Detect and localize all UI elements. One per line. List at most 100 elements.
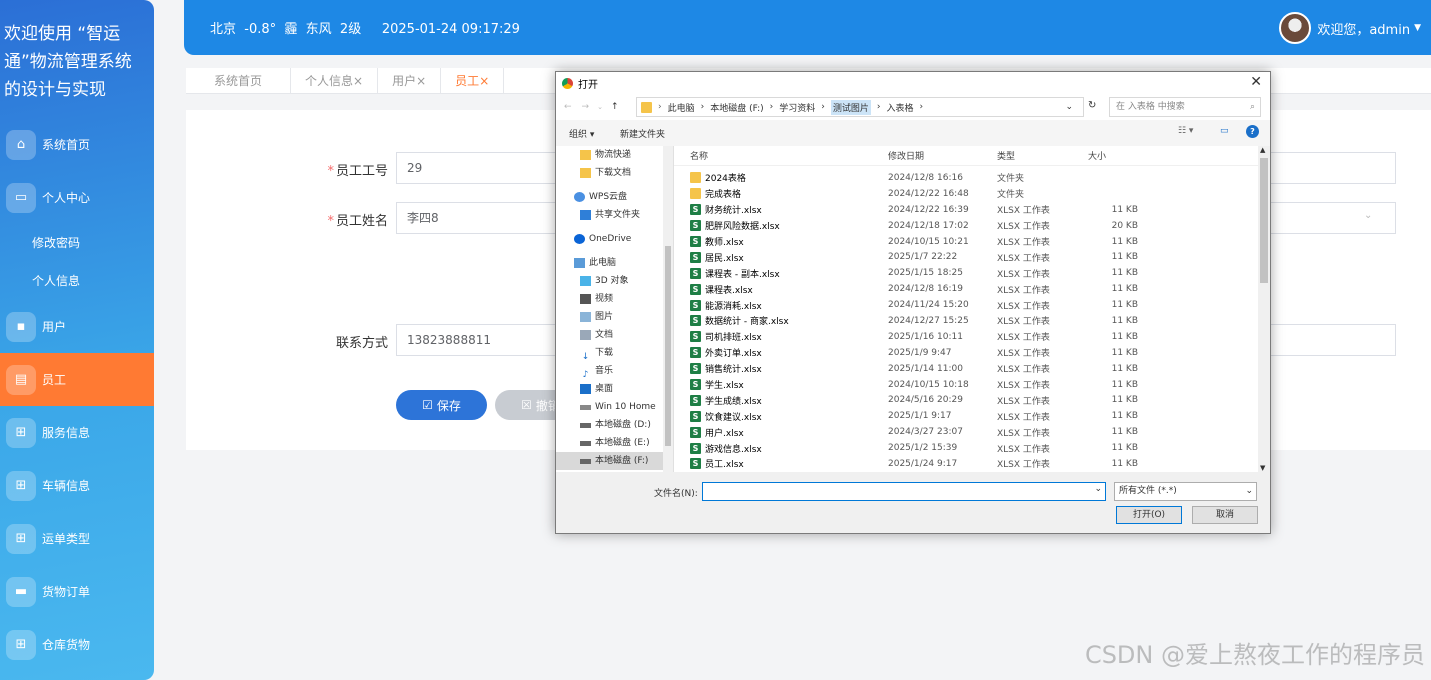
chevron-down-icon[interactable]: ⌄ xyxy=(1065,102,1073,112)
preview-pane-icon[interactable]: ▭ xyxy=(1220,126,1229,136)
file-row[interactable]: S 课程表.xlsx 2024/12/8 16:19 XLSX 工作表 11 KB xyxy=(674,281,1258,297)
column-size[interactable]: 大小 xyxy=(1088,149,1106,162)
xlsx-file-icon: S xyxy=(690,251,701,263)
scroll-down-icon[interactable]: ▼ xyxy=(1260,464,1265,472)
sidebar-item-vehicle-info[interactable]: ⊞ 车辆信息 xyxy=(0,459,154,512)
sidebar-item-waybill-type[interactable]: ⊞ 运单类型 xyxy=(0,512,154,565)
file-type-select[interactable]: 所有文件 (*.*) ⌄ xyxy=(1114,482,1257,501)
nav-item[interactable]: 共享文件夹 xyxy=(556,206,673,224)
nav-item[interactable]: 本地磁盘 (D:) xyxy=(556,416,673,434)
nav-item[interactable]: ↓ 下载 xyxy=(556,344,673,362)
file-list-scrollbar[interactable]: ▲ ▼ xyxy=(1258,146,1270,472)
user-menu[interactable]: 欢迎您，admin ▼ xyxy=(1279,12,1421,44)
file-row[interactable]: S 外卖订单.xlsx 2025/1/9 9:47 XLSX 工作表 11 KB xyxy=(674,345,1258,361)
tab-home[interactable]: 系统首页 xyxy=(186,68,292,94)
close-icon[interactable]: ✕ xyxy=(1250,74,1262,90)
nav-item[interactable]: OneDrive xyxy=(556,230,673,248)
nav-item[interactable]: 图片 xyxy=(556,308,673,326)
sidebar-item-change-password[interactable]: 修改密码 xyxy=(0,224,154,262)
file-row[interactable]: S 居民.xlsx 2025/1/7 22:22 XLSX 工作表 11 KB xyxy=(674,249,1258,265)
drive-icon xyxy=(580,404,591,410)
sidebar-item-warehouse-goods[interactable]: ⊞ 仓库货物 xyxy=(0,618,154,671)
file-row[interactable]: S 课程表 - 副本.xlsx 2025/1/15 18:25 XLSX 工作表 11 … xyxy=(674,265,1258,281)
file-row[interactable]: S 用户.xlsx 2024/3/27 23:07 XLSX 工作表 11 KB xyxy=(674,424,1258,440)
file-date: 2025/1/9 9:47 xyxy=(888,347,952,358)
sidebar-item-cargo-orders[interactable]: ▬ 货物订单 xyxy=(0,565,154,618)
sidebar-item-label: 系统首页 xyxy=(42,138,91,152)
nav-item[interactable]: 文档 xyxy=(556,326,673,344)
file-row[interactable]: S 销售统计.xlsx 2025/1/14 11:00 XLSX 工作表 11 KB xyxy=(674,361,1258,377)
new-folder-button[interactable]: 新建文件夹 xyxy=(620,127,665,140)
chevron-down-icon[interactable]: ⌄ xyxy=(1094,484,1102,494)
nav-item[interactable]: 视频 xyxy=(556,290,673,308)
separator: › xyxy=(769,102,774,112)
file-row[interactable]: S 学生.xlsx 2024/10/15 10:18 XLSX 工作表 11 KB xyxy=(674,377,1258,393)
nav-label: 3D 对象 xyxy=(595,276,629,286)
scrollbar-thumb[interactable] xyxy=(1260,158,1268,283)
breadcrumb-item[interactable]: 学习资料 xyxy=(779,101,815,114)
organize-button[interactable]: 组织 ▾ xyxy=(569,127,594,140)
address-bar[interactable]: › 此电脑 › 本地磁盘 (F:) › 学习资料 › 测试图片 › 入表格 › ⌄ xyxy=(636,97,1084,117)
sidebar-item-service-info[interactable]: ⊞ 服务信息 xyxy=(0,406,154,459)
file-row[interactable]: S 肥胖风险数据.xlsx 2024/12/18 17:02 XLSX 工作表 20 K… xyxy=(674,218,1258,234)
breadcrumb-item[interactable]: 此电脑 xyxy=(668,101,695,114)
file-row[interactable]: S 学生成绩.xlsx 2024/5/16 20:29 XLSX 工作表 11 KB xyxy=(674,392,1258,408)
dialog-toolbar: 组织 ▾ 新建文件夹 ☷ ▾ ▭ ? xyxy=(556,120,1270,146)
file-row[interactable]: S 饮食建议.xlsx 2025/1/1 9:17 XLSX 工作表 11 KB xyxy=(674,408,1258,424)
sidebar-item-personal-center[interactable]: ▭ 个人中心 xyxy=(0,171,154,224)
breadcrumb-item[interactable]: 测试图片 xyxy=(830,99,871,115)
file-row[interactable]: 2024表格 2024/12/8 16:16 文件夹 xyxy=(674,170,1258,186)
nav-item[interactable]: Win 10 Home xyxy=(556,398,673,416)
nav-item[interactable]: 本地磁盘 (E:) xyxy=(556,434,673,452)
search-input[interactable]: 在 入表格 中搜索 ⌕ xyxy=(1109,97,1261,117)
nav-item-selected[interactable]: 本地磁盘 (F:) xyxy=(556,452,673,470)
file-row[interactable]: S 教师.xlsx 2024/10/15 10:21 XLSX 工作表 11 KB xyxy=(674,234,1258,250)
column-date[interactable]: 修改日期 xyxy=(888,149,924,162)
nav-item[interactable]: 下载文档 xyxy=(556,164,673,182)
scrollbar-thumb[interactable] xyxy=(665,246,671,446)
nav-item[interactable]: 3D 对象 xyxy=(556,272,673,290)
sidebar-item-users[interactable]: ▪ 用户 xyxy=(0,300,154,353)
file-row[interactable]: S 员工.xlsx 2025/1/24 9:17 XLSX 工作表 11 KB xyxy=(674,456,1258,472)
nav-item[interactable]: 此电脑 xyxy=(556,254,673,272)
file-row[interactable]: S 能源消耗.xlsx 2024/11/24 15:20 XLSX 工作表 11 KB xyxy=(674,297,1258,313)
sidebar-item-personal-info[interactable]: 个人信息 xyxy=(0,262,154,300)
breadcrumb-item[interactable]: 本地磁盘 (F:) xyxy=(710,101,763,114)
up-icon[interactable]: ↑ xyxy=(611,102,619,112)
dialog-cancel-button[interactable]: 取消 xyxy=(1192,506,1258,524)
file-row[interactable]: S 财务统计.xlsx 2024/12/22 16:39 XLSX 工作表 11 KB xyxy=(674,202,1258,218)
sidebar-item-employees[interactable]: ▤ 员工 xyxy=(0,353,154,406)
open-button[interactable]: 打开(O) xyxy=(1116,506,1182,524)
refresh-icon[interactable]: ↻ xyxy=(1088,100,1096,111)
sidebar-item-home[interactable]: ⌂ 系统首页 xyxy=(0,118,154,171)
file-row[interactable]: S 游戏信息.xlsx 2025/1/2 15:39 XLSX 工作表 11 KB xyxy=(674,440,1258,456)
forward-icon[interactable]: → xyxy=(582,102,590,112)
close-icon[interactable]: × xyxy=(353,74,363,88)
column-type[interactable]: 类型 xyxy=(997,149,1015,162)
save-button[interactable]: ☑ 保存 xyxy=(396,390,487,420)
nav-item[interactable]: WPS云盘 xyxy=(556,188,673,206)
column-name[interactable]: 名称 xyxy=(690,149,708,162)
filename-input[interactable]: ⌄ xyxy=(702,482,1106,501)
view-options-icon[interactable]: ☷ ▾ xyxy=(1178,126,1193,136)
nav-item[interactable]: ♪ 音乐 xyxy=(556,362,673,380)
scroll-up-icon[interactable]: ▲ xyxy=(1260,146,1265,154)
file-row[interactable]: S 数据统计 - 商家.xlsx 2024/12/27 15:25 XLSX 工作表 1… xyxy=(674,313,1258,329)
file-row[interactable]: 完成表格 2024/12/22 16:48 文件夹 xyxy=(674,186,1258,202)
chevron-down-icon[interactable]: ⌄ xyxy=(597,103,603,111)
nav-scrollbar[interactable] xyxy=(663,146,673,472)
nav-item[interactable]: 物流快递 xyxy=(556,146,673,164)
breadcrumb-item[interactable]: 入表格 xyxy=(887,101,914,114)
file-type: 文件夹 xyxy=(997,190,1025,201)
close-icon[interactable]: × xyxy=(416,74,426,88)
tab-users[interactable]: 用户× xyxy=(378,68,442,94)
tab-personal-info[interactable]: 个人信息× xyxy=(291,68,379,94)
nav-item[interactable]: 桌面 xyxy=(556,380,673,398)
user-center-icon: ▭ xyxy=(6,182,36,213)
tab-employees[interactable]: 员工× xyxy=(441,68,505,94)
file-name-text: 学生.xlsx xyxy=(705,381,744,392)
back-icon[interactable]: ← xyxy=(564,102,572,112)
file-row[interactable]: S 司机排班.xlsx 2025/1/16 10:11 XLSX 工作表 11 KB xyxy=(674,329,1258,345)
close-icon[interactable]: × xyxy=(479,74,489,88)
help-icon[interactable]: ? xyxy=(1246,125,1259,138)
